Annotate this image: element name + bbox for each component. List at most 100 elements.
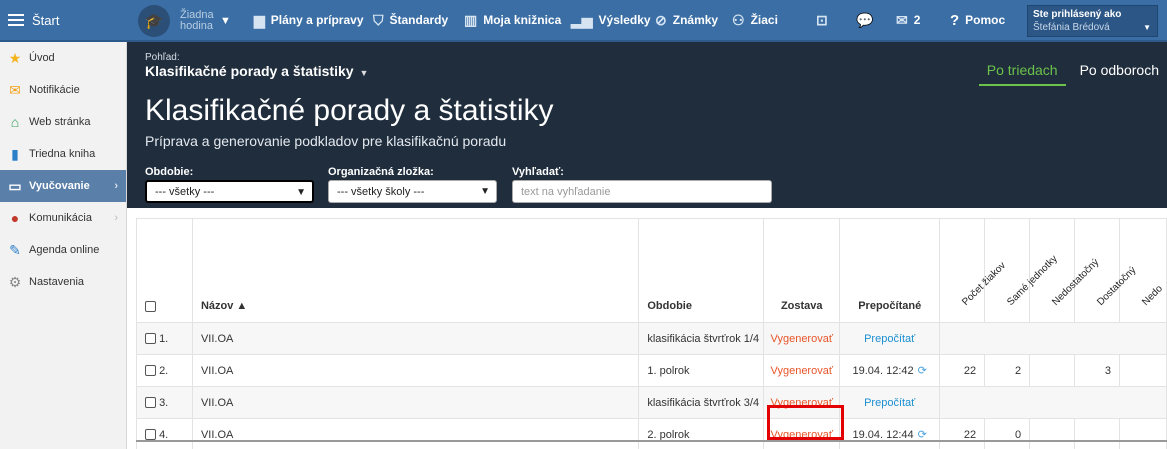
- sidebar-item-uvod[interactable]: ★ Úvod: [0, 42, 126, 74]
- nav-znamky[interactable]: ⊘ Známky: [655, 0, 718, 40]
- sidebar-item-web[interactable]: ⌂ Web stránka: [0, 106, 126, 138]
- login-user: Štefánia Brédová: [1033, 22, 1110, 33]
- column-header-nedo: Nedo: [1118, 218, 1167, 323]
- column-header-nedostatocny: Nedostatočný: [1029, 218, 1101, 323]
- sidebar-item-label: Triedna kniha: [29, 148, 96, 160]
- stat-dostatocny: 3: [1074, 354, 1120, 387]
- sidebar-item-label: Nastavenia: [29, 276, 85, 288]
- bar-chart-icon: ▂▅: [571, 11, 593, 28]
- recalculate-link[interactable]: Prepočítať: [839, 322, 941, 355]
- stat-nedostatocny: [1029, 418, 1076, 449]
- highlight-box: [767, 405, 844, 440]
- sidebar-item-agenda[interactable]: ✎ Agenda online: [0, 234, 126, 266]
- login-label: Ste prihlásený ako: [1033, 9, 1122, 20]
- envelope-icon: ✉: [896, 11, 908, 28]
- chevron-right-icon: ›: [114, 212, 118, 224]
- nav-label: Plány a prípravy: [270, 13, 364, 27]
- recalculated-cell: 19.04. 12:44 ⟳: [839, 418, 941, 449]
- table-row: 1. VII.OA klasifikácia štvrťrok 1/4 Vyge…: [136, 322, 1167, 355]
- rotated-label: Nedo: [1140, 283, 1165, 308]
- cast-button[interactable]: ⊡: [816, 0, 834, 40]
- search-placeholder: text na vyhľadanie: [521, 185, 611, 198]
- select-all-cell: [136, 218, 193, 323]
- nav-label: Výsledky: [598, 13, 651, 27]
- menu-icon: [8, 14, 24, 26]
- stats-empty: [939, 386, 1167, 419]
- row-name: VII.OA: [191, 322, 640, 355]
- tab-po-odboroch[interactable]: Po odboroch: [1072, 62, 1167, 86]
- students-icon: ⚇: [732, 11, 745, 28]
- stat-nedo: [1118, 354, 1167, 387]
- sidebar-item-label: Agenda online: [29, 244, 100, 256]
- recalculated-time: 19.04. 12:42: [852, 365, 914, 377]
- question-icon: ?: [950, 11, 960, 29]
- chat-icon: 💬: [856, 11, 874, 28]
- recalculate-link[interactable]: Prepočítať: [839, 386, 941, 419]
- shield-check-icon: ⛉: [373, 11, 384, 28]
- refresh-icon[interactable]: ⟳: [918, 365, 927, 377]
- row-select-cell: 4.: [136, 418, 193, 449]
- graduation-cap-icon: 🎓: [138, 5, 170, 37]
- chat-button[interactable]: 💬: [856, 0, 879, 40]
- nav-label: Štandardy: [389, 13, 449, 27]
- row-period: 2. polrok: [638, 418, 765, 449]
- sidebar-item-vyucovanie[interactable]: ▭ Vyučovanie ›: [0, 170, 126, 202]
- pencil-icon: ✎: [9, 241, 21, 258]
- lesson-selector[interactable]: 🎓 Žiadna hodina ▼: [138, 5, 231, 37]
- stat-nedostatocny: [1029, 354, 1076, 387]
- org-value: --- všetky školy ---: [337, 185, 425, 198]
- nav-ziaci[interactable]: ⚇ Žiaci: [732, 0, 778, 40]
- open-book-icon: ▭: [8, 177, 22, 194]
- org-select[interactable]: --- všetky školy --- ▼: [328, 180, 497, 203]
- nav-kniznica[interactable]: ▥ Moja knižnica: [464, 0, 561, 40]
- sidebar-item-komunikacia[interactable]: ● Komunikácia ›: [0, 202, 126, 234]
- book-icon: ▮: [11, 145, 19, 162]
- stat-same-jednotky: 0: [984, 418, 1031, 449]
- start-label: Štart: [32, 12, 60, 28]
- messages-button[interactable]: ✉ 2: [896, 0, 920, 40]
- row-checkbox[interactable]: [145, 397, 156, 409]
- generate-link[interactable]: Vygenerovať: [763, 322, 841, 355]
- chevron-down-icon: ▼: [1143, 23, 1151, 32]
- sidebar-item-notifikacie[interactable]: ✉ Notifikácie: [0, 74, 126, 106]
- nav-plany[interactable]: ▆ Plány a prípravy: [254, 0, 364, 40]
- tab-po-triedach[interactable]: Po triedach: [978, 62, 1066, 86]
- nav-vysledky[interactable]: ▂▅ Výsledky: [571, 0, 651, 40]
- column-header-prepocitane: Prepočítané: [839, 218, 941, 323]
- view-selector[interactable]: Klasifikačné porady a štatistiky ▼: [145, 63, 368, 79]
- help-button[interactable]: ? Pomoc: [950, 0, 1005, 40]
- row-number: 1.: [159, 332, 169, 345]
- sidebar-item-triedna-kniha[interactable]: ▮ Triedna kniha: [0, 138, 126, 170]
- column-header-zostava: Zostava: [763, 218, 841, 323]
- column-header-same-jednotky: Samé jednotky: [984, 218, 1060, 323]
- sidebar: ★ Úvod ✉ Notifikácie ⌂ Web stránka ▮ Tri…: [0, 42, 127, 449]
- row-checkbox[interactable]: [145, 365, 156, 377]
- generate-link[interactable]: Vygenerovať: [763, 354, 841, 387]
- column-header-obdobie: Obdobie: [638, 218, 765, 323]
- view-tabs: Po triedach Po odboroch: [973, 62, 1167, 86]
- sidebar-item-nastavenia[interactable]: ⚙ Nastavenia: [0, 266, 126, 298]
- start-button[interactable]: Štart: [0, 0, 127, 40]
- books-icon: ▥: [464, 11, 478, 28]
- sidebar-item-label: Komunikácia: [29, 212, 92, 224]
- chevron-right-icon: ›: [114, 180, 118, 192]
- select-all-checkbox[interactable]: [145, 300, 156, 312]
- envelope-icon: ✉: [9, 81, 21, 98]
- obdobie-select[interactable]: --- všetky --- ▼: [145, 180, 314, 203]
- view-label: Pohľad:: [145, 52, 180, 63]
- nav-standardy[interactable]: ⛉ Štandardy: [373, 0, 448, 40]
- chevron-down-icon: ▼: [296, 187, 306, 198]
- search-input[interactable]: text na vyhľadanie: [512, 180, 772, 203]
- messages-count: 2: [913, 13, 921, 27]
- row-checkbox[interactable]: [145, 333, 156, 345]
- sidebar-item-label: Notifikácie: [29, 84, 80, 96]
- page-title: Klasifikačné porady a štatistiky: [145, 94, 554, 127]
- column-header-nazov[interactable]: Názov ▲: [191, 218, 640, 323]
- row-checkbox[interactable]: [145, 429, 156, 441]
- user-menu[interactable]: Ste prihlásený ako Štefánia Brédová ▼: [1027, 5, 1158, 37]
- briefcase-icon: ▆: [254, 11, 265, 28]
- obdobie-value: --- všetky ---: [155, 185, 215, 198]
- search-label: Vyhľadať:: [512, 166, 564, 178]
- sidebar-item-label: Vyučovanie: [29, 180, 90, 192]
- page-header: Pohľad: Klasifikačné porady a štatistiky…: [127, 42, 1167, 208]
